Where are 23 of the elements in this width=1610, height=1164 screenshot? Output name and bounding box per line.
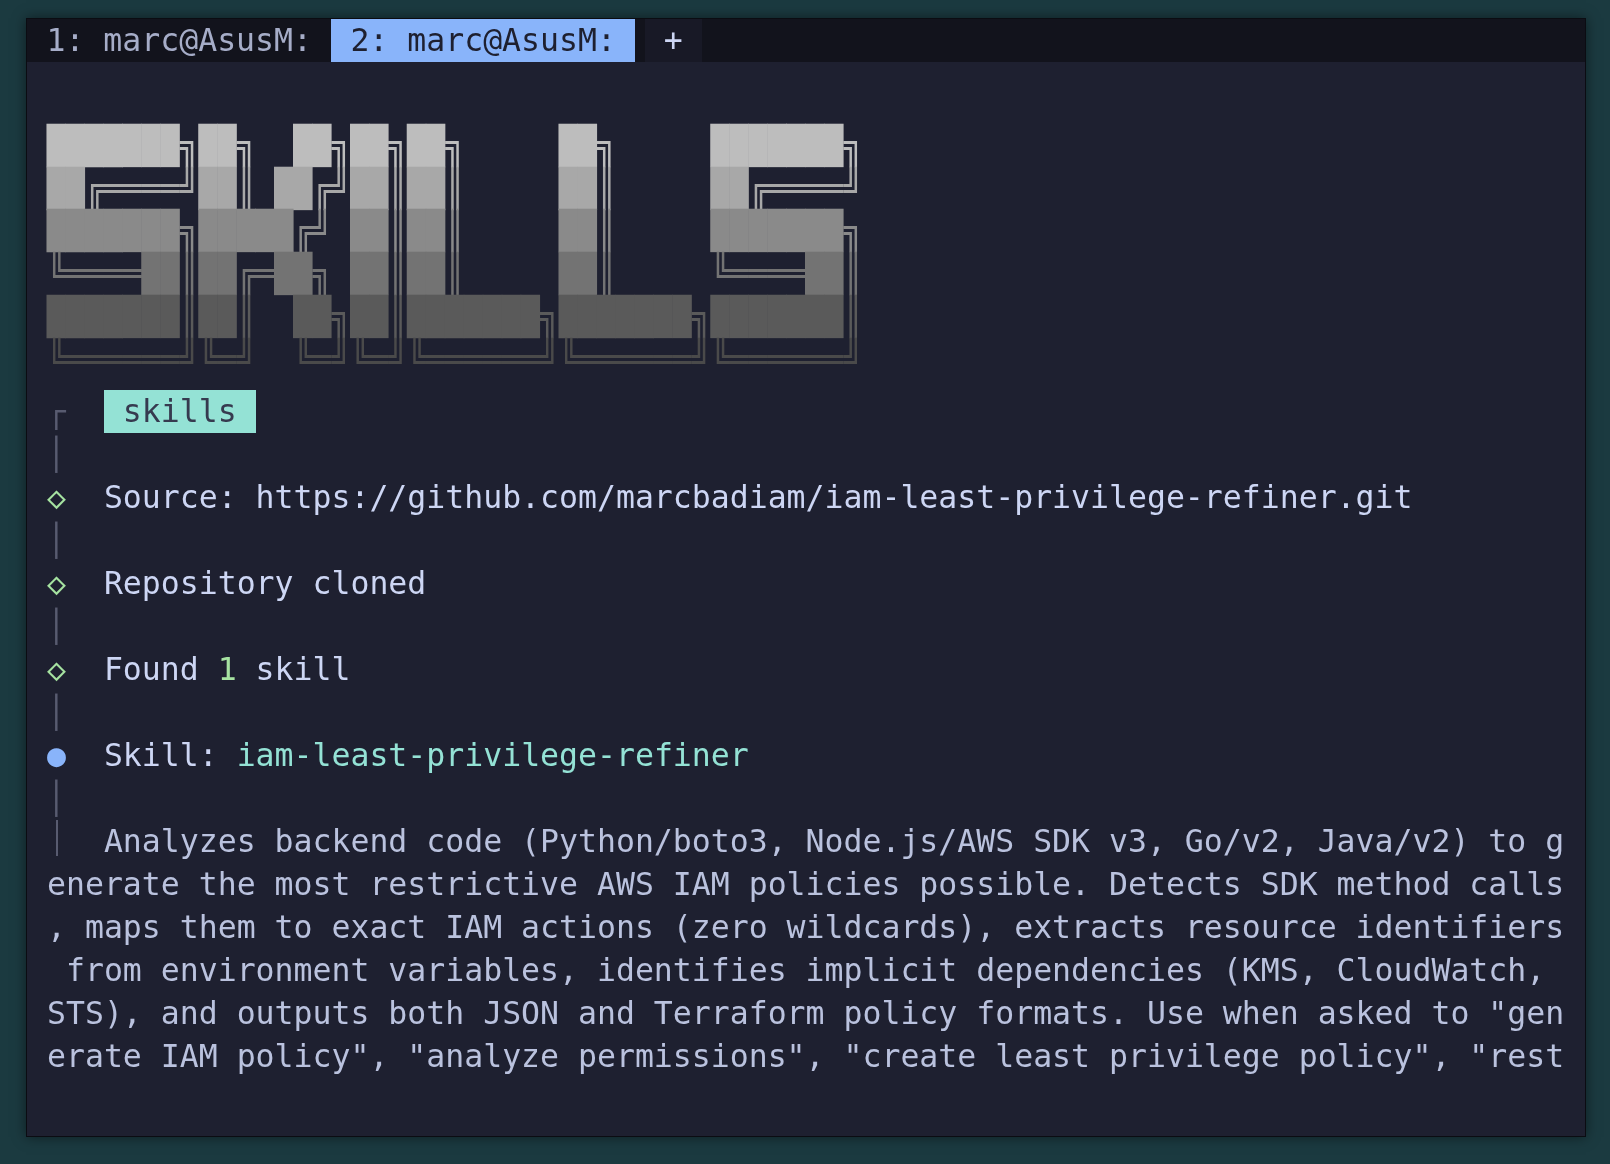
count-text: 1 [217,650,237,689]
current-step-marker: ● [47,736,67,775]
new-tab-button[interactable]: + [644,19,702,62]
output-text: Found [103,650,200,689]
output-text: Source: https://github.com/marcbadiam/iam-least-privilege-refiner.git [103,478,1413,517]
tree-line: │ [47,606,67,647]
output-text: Repository cloned [103,564,427,603]
tree-line: │ [47,778,67,819]
skills-badge: skills [103,390,256,433]
skill-description: Analyzes backend code (Python/boto3, Node.js/AWS SDK v3, Go/v2, Java/v2) to generate the most restrictive AWS IAM policies possible. Detects SDK method calls, maps them to exact IAM actions (zero wildcards), extracts resource identifiers from environment variables, identifies implicit dependencies (KMS, CloudWatch, STS), and outputs both JSON and Terraform policy formats. Use when asked to "generate IAM policy", "analyze permissions", "create least privilege policy", "rest [47,822,1565,1076]
tree-line: ┌ [47,392,67,432]
output-text: skill [254,650,351,689]
banner-title: ███████╗██╗ ██╗██╗██╗ ██╗ ███████╗ ██╔════╝██║ ██╔╝██║██║ ██║ ██╔════╝ ███████╗█████╔╝ ██║██║ ██║ ███████╗ ╚════██║██╔═██╗ ██║██║ ██║ ╚════██║ ███████║██║ ██╗██║███████╗███████╗███████║ ╚══════╝╚═╝ ╚═╝╚═╝╚══════╝╚══════╝╚══════╝ [47,124,863,382]
step-marker: ◇ [47,564,67,603]
skill-name: iam-least-privilege-refiner [236,736,749,775]
tree-line: │ [47,434,67,475]
terminal-tab[interactable]: 2: marc@AsusM: [331,19,635,62]
output-text: Skill: [103,736,219,775]
tree-line: │ [47,692,67,733]
terminal-tab[interactable]: 1: marc@AsusM: [37,19,322,62]
tree-line: │ [47,520,67,561]
step-marker: ◇ [47,478,67,517]
step-marker: ◇ [47,650,67,689]
